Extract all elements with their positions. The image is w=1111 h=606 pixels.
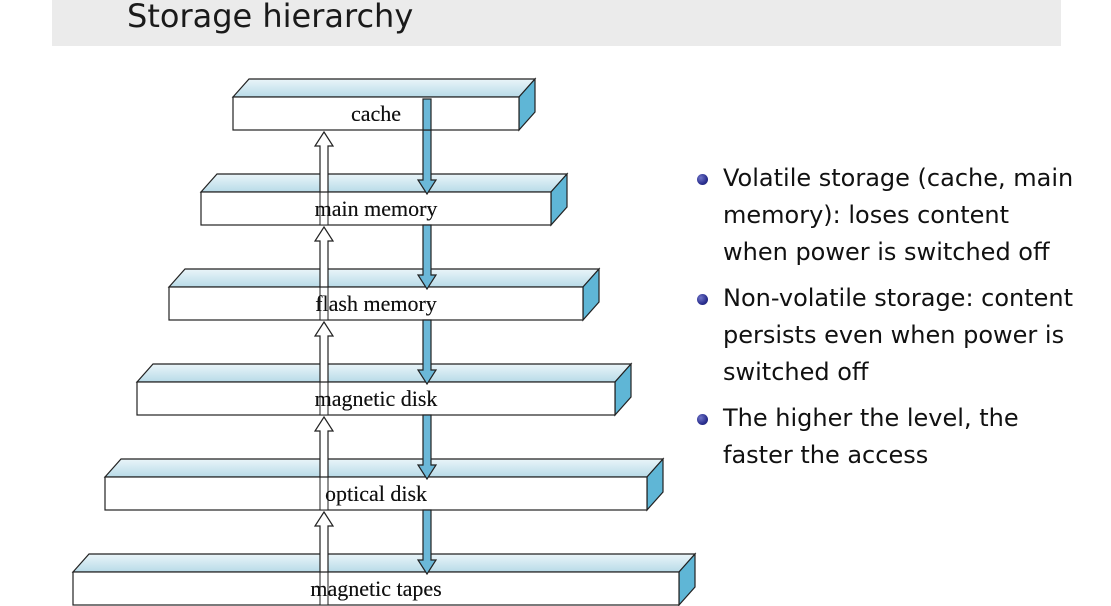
bullet-text: The higher the level, the faster the acc… xyxy=(723,404,1019,469)
level-label: optical disk xyxy=(325,481,427,506)
down-arrow-icon xyxy=(416,509,438,576)
slab-top xyxy=(71,553,697,573)
bullet-dot-icon xyxy=(697,294,708,305)
level-label: cache xyxy=(351,101,401,126)
level-label: magnetic disk xyxy=(315,386,438,411)
slab-top xyxy=(103,458,665,478)
bullet-dot-icon xyxy=(697,174,708,185)
slab-top xyxy=(231,78,537,98)
bullet-item: The higher the level, the faster the acc… xyxy=(697,400,1080,474)
bullet-text: Volatile storage (cache, main memory): l… xyxy=(723,164,1074,266)
storage-hierarchy-diagram: magnetic tapes optical disk magnetic disk f… xyxy=(71,77,697,606)
level-label: magnetic tapes xyxy=(310,576,441,601)
down-arrow-icon xyxy=(416,224,438,291)
level-label: main memory xyxy=(315,196,438,221)
slab-top xyxy=(167,268,601,288)
slab-top xyxy=(135,363,633,383)
level-label: flash memory xyxy=(315,291,437,316)
down-arrow-icon xyxy=(416,129,438,196)
down-arrow-shaft xyxy=(422,98,432,131)
bullet-dot-icon xyxy=(697,414,708,425)
bullet-item: Volatile storage (cache, main memory): l… xyxy=(697,160,1080,271)
slab-top xyxy=(199,173,569,193)
bullet-item: Non-volatile storage: content persists e… xyxy=(697,280,1080,391)
down-arrow-icon xyxy=(416,319,438,386)
bullet-list: Volatile storage (cache, main memory): l… xyxy=(697,160,1080,483)
down-arrow-icon xyxy=(416,414,438,481)
bullet-text: Non-volatile storage: content persists e… xyxy=(723,284,1074,386)
